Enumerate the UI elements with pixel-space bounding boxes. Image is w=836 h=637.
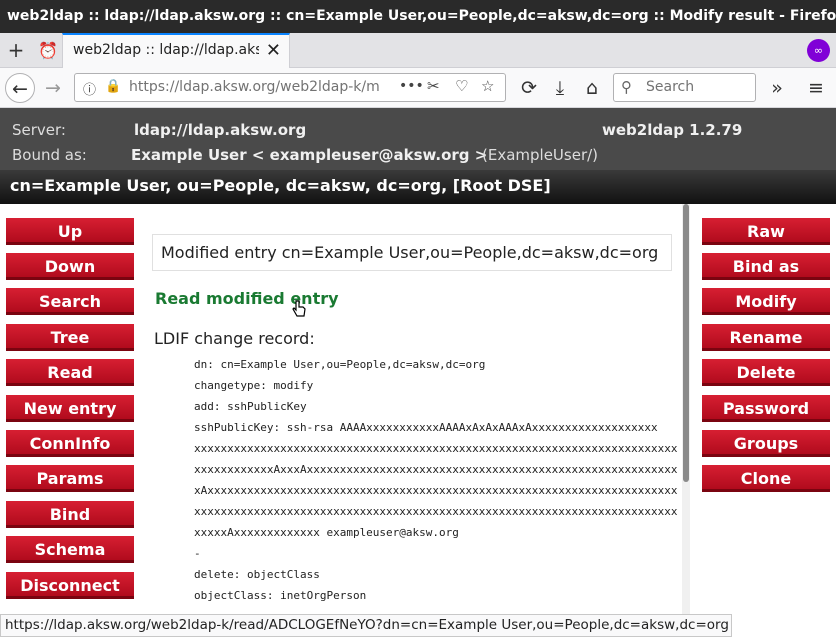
dn-breadcrumb: cn=Example User, ou=People, dc=aksw, dc=… bbox=[0, 170, 836, 204]
scrollbar-thumb[interactable] bbox=[683, 204, 689, 482]
tab-web2ldap[interactable]: web2ldap :: ldap://ldap.aksw ✕ bbox=[62, 33, 290, 68]
close-tab-icon[interactable]: ✕ bbox=[266, 40, 281, 61]
dn-path[interactable]: cn=Example User, ou=People, dc=aksw, dc=… bbox=[10, 176, 447, 195]
ldif-heading: LDIF change record: bbox=[154, 329, 315, 348]
forward-button[interactable]: → bbox=[38, 73, 68, 103]
content-scrollbar[interactable] bbox=[682, 204, 690, 614]
ldif-line: xAxxxxxxxxxxxxxxxxxxxxxxxxxxxxxxxxxxxxxx… bbox=[194, 484, 678, 497]
lock-icon[interactable]: 🔒 bbox=[105, 79, 121, 94]
ldif-line: dn: cn=Example User,ou=People,dc=aksw,dc… bbox=[194, 358, 486, 371]
ldif-record: dn: cn=Example User,ou=People,dc=aksw,dc… bbox=[194, 354, 677, 606]
bind-as-button[interactable]: Bind as bbox=[702, 253, 830, 280]
search-button[interactable]: Search bbox=[6, 288, 134, 315]
overflow-menu-icon[interactable]: » bbox=[762, 73, 792, 103]
new-entry-button[interactable]: New entry bbox=[6, 395, 134, 422]
conninfo-button[interactable]: ConnInfo bbox=[6, 430, 134, 457]
ldif-line: sshPublicKey: ssh-rsa AAAAxxxxxxxxxxxAAA… bbox=[194, 421, 658, 434]
screenshot-icon[interactable]: ✂ bbox=[427, 77, 440, 95]
search-icon: ⚲ bbox=[621, 78, 632, 96]
bind-button[interactable]: Bind bbox=[6, 501, 134, 528]
ldif-line: xxxxxxxxxxxxAxxxAxxxxxxxxxxxxxxxxxxxxxxx… bbox=[194, 463, 678, 476]
nav-toolbar: ← → ⓘ 🔒 https://ldap.aksw.org/web2ldap-k… bbox=[0, 68, 836, 108]
ldif-line: changetype: modify bbox=[194, 379, 314, 392]
bound-value: Example User < exampleuser@aksw.org > bbox=[131, 146, 488, 164]
window-title: web2ldap :: ldap://ldap.aksw.org :: cn=E… bbox=[0, 0, 836, 33]
server-label: Server: bbox=[12, 121, 66, 139]
params-button[interactable]: Params bbox=[6, 465, 134, 492]
read-button[interactable]: Read bbox=[6, 359, 134, 386]
tree-button[interactable]: Tree bbox=[6, 324, 134, 351]
rename-button[interactable]: Rename bbox=[702, 324, 830, 351]
up-button[interactable]: Up bbox=[6, 218, 134, 245]
tab-title: web2ldap :: ldap://ldap.aksw bbox=[73, 42, 259, 58]
ldif-line: xxxxxxxxxxxxxxxxxxxxxxxxxxxxxxxxxxxxxxxx… bbox=[194, 442, 678, 455]
hand-cursor-icon bbox=[292, 300, 306, 318]
info-icon[interactable]: ⓘ bbox=[83, 79, 96, 98]
page-actions-icon[interactable]: ••• bbox=[399, 78, 424, 94]
raw-button[interactable]: Raw bbox=[702, 218, 830, 245]
back-button[interactable]: ← bbox=[5, 73, 35, 103]
tracking-icon[interactable]: ♡ bbox=[455, 77, 468, 95]
password-button[interactable]: Password bbox=[702, 395, 830, 422]
ldif-line: xxxxxAxxxxxxxxxxxxx exampleuser@aksw.org bbox=[194, 526, 459, 539]
ldif-line: objectClass: inetOrgPerson bbox=[194, 589, 367, 602]
new-tab-icon[interactable]: + bbox=[0, 33, 32, 68]
read-modified-entry-link[interactable]: Read modified entry bbox=[155, 289, 339, 308]
modify-button[interactable]: Modify bbox=[702, 288, 830, 315]
bound-extra: (ExampleUser/) bbox=[482, 146, 599, 164]
ldif-line: - bbox=[194, 547, 201, 560]
ldif-line: delete: objectClass bbox=[194, 568, 320, 581]
status-bar-url: https://ldap.aksw.org/web2ldap-k/read/AD… bbox=[0, 614, 732, 637]
tab-strip: + ⏰ web2ldap :: ldap://ldap.aksw ✕ ∞ bbox=[0, 33, 836, 68]
ldif-line: xxxxxxxxxxxxxxxxxxxxxxxxxxxxxxxxxxxxxxxx… bbox=[194, 505, 678, 518]
clone-button[interactable]: Clone bbox=[702, 465, 830, 492]
search-box[interactable]: ⚲ Search bbox=[613, 73, 756, 102]
main-content: Modified entry cn=Example User,ou=People… bbox=[142, 204, 682, 614]
downloads-icon[interactable]: ⤓ bbox=[545, 73, 575, 103]
ldif-line: add: sshPublicKey bbox=[194, 400, 307, 413]
url-text[interactable]: https://ldap.aksw.org/web2ldap-k/m bbox=[129, 79, 391, 95]
library-icon[interactable]: ⌂ bbox=[577, 73, 607, 103]
bookmark-star-icon[interactable]: ☆ bbox=[481, 77, 494, 95]
delete-button[interactable]: Delete bbox=[702, 359, 830, 386]
alarm-icon[interactable]: ⏰ bbox=[32, 33, 64, 68]
disconnect-button[interactable]: Disconnect bbox=[6, 572, 134, 599]
reload-button[interactable]: ⟳ bbox=[514, 73, 544, 103]
private-browsing-icon: ∞ bbox=[807, 39, 830, 62]
down-button[interactable]: Down bbox=[6, 253, 134, 280]
server-value: ldap://ldap.aksw.org bbox=[134, 121, 307, 139]
result-message: Modified entry cn=Example User,ou=People… bbox=[152, 234, 672, 271]
groups-button[interactable]: Groups bbox=[702, 430, 830, 457]
session-info: Server: ldap://ldap.aksw.org web2ldap 1.… bbox=[0, 108, 836, 170]
search-input[interactable]: Search bbox=[646, 79, 694, 95]
schema-button[interactable]: Schema bbox=[6, 536, 134, 563]
url-bar[interactable]: ⓘ 🔒 https://ldap.aksw.org/web2ldap-k/m •… bbox=[74, 73, 506, 102]
bound-label: Bound as: bbox=[12, 146, 87, 164]
root-dse-link[interactable]: [Root DSE] bbox=[453, 176, 551, 195]
hamburger-menu-icon[interactable]: ≡ bbox=[801, 73, 831, 103]
version-label: web2ldap 1.2.79 bbox=[602, 121, 743, 139]
